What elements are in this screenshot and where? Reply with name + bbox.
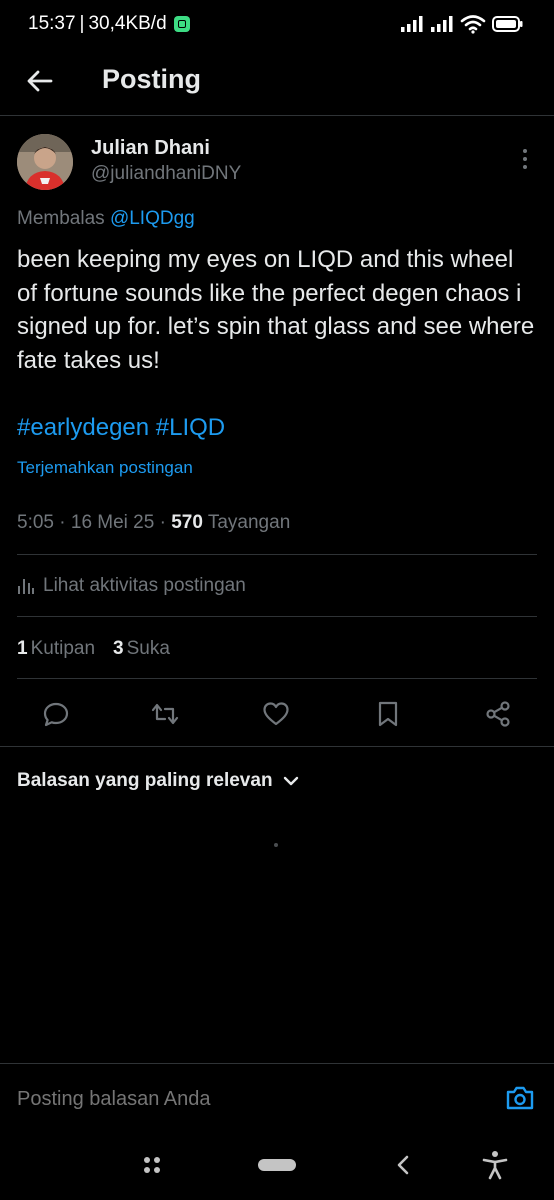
activity-label: Lihat aktivitas postingan [43,575,246,596]
heart-icon [263,702,289,726]
nav-menu-button[interactable] [132,1150,172,1180]
replying-to: Membalas @LIQDgg [17,208,195,230]
replying-prefix: Membalas [17,208,105,229]
likes-label: Suka [126,638,170,659]
app-notification-icon [173,16,190,32]
post-meta: 5:05 · 16 Mei 25 · 570 Tayangan [17,512,290,534]
post-text: been keeping my eyes on LIQD and this wh… [17,246,535,374]
author-name[interactable]: Julian Dhani [91,137,210,160]
home-pill-icon [258,1159,296,1171]
reply-input[interactable] [17,1088,457,1111]
back-button[interactable] [24,65,56,97]
quotes-label: Kutipan [30,638,96,659]
bookmark-icon [378,701,398,727]
post-hashtags[interactable]: #earlydegen #LIQD [17,414,225,442]
views-count: 570 [171,512,203,533]
accessibility-button[interactable] [475,1150,515,1180]
status-time: 15:37 [28,13,76,34]
status-bar: 15:37 | 30,4KB/d [0,0,554,50]
top-app-bar: Posting [0,50,554,116]
reply-icon [43,702,69,727]
signal-icon-2 [431,16,453,32]
loading-indicator [274,843,278,847]
share-button[interactable] [482,698,514,730]
likes-stat[interactable]: 3 Suka [113,638,170,660]
meta-separator: · [59,512,71,533]
avatar-image [17,134,73,190]
divider [17,554,537,555]
post-time: 5:05 [17,512,54,533]
chevron-left-icon [397,1155,409,1175]
status-left: 15:37 | 30,4KB/d [28,13,190,35]
quotes-stat[interactable]: 1 Kutipan [17,638,95,660]
meta-separator: · [159,512,172,533]
replying-to-mention[interactable]: @LIQDgg [110,208,195,229]
signal-icon [401,16,423,32]
quotes-count: 1 [17,638,28,659]
grid-icon [144,1157,160,1173]
divider [17,616,537,617]
bar-chart-icon [18,579,34,594]
like-button[interactable] [260,698,292,730]
system-navigation-bar [0,1128,554,1200]
wifi-icon [460,15,486,34]
status-net-speed: 30,4KB/d [88,13,167,34]
likes-count: 3 [113,638,124,659]
reply-button[interactable] [40,698,72,730]
repost-icon [151,703,179,725]
more-options-button[interactable] [517,148,533,170]
share-icon [486,701,510,727]
arrow-left-icon [27,70,53,92]
views-label: Tayangan [207,512,291,533]
author-avatar[interactable] [17,134,73,190]
replies-sort-button[interactable]: Balasan yang paling relevan [17,770,299,792]
status-separator: | [79,13,85,34]
author-handle[interactable]: @juliandhaniDNY [91,163,241,185]
more-vertical-icon [523,149,527,169]
battery-icon [492,16,523,32]
nav-home-button[interactable] [256,1150,298,1180]
chevron-down-icon [283,776,298,786]
camera-button[interactable] [505,1084,535,1114]
repost-button[interactable] [149,698,181,730]
translate-post-link[interactable]: Terjemahkan postingan [17,458,193,478]
camera-icon [506,1086,534,1110]
divider [0,746,554,747]
post-date: 16 Mei 25 [70,512,155,533]
divider [17,678,537,679]
page-title: Posting [102,64,201,94]
status-right [400,14,524,34]
post-activity-link[interactable]: Lihat aktivitas postingan [17,575,246,597]
bookmark-button[interactable] [372,698,404,730]
reply-composer [0,1063,554,1127]
post-stats: 1 Kutipan 3 Suka [17,638,170,660]
nav-back-button[interactable] [383,1150,423,1180]
sort-label: Balasan yang paling relevan [17,770,273,791]
accessibility-icon [482,1151,508,1180]
post-actions [0,688,554,740]
